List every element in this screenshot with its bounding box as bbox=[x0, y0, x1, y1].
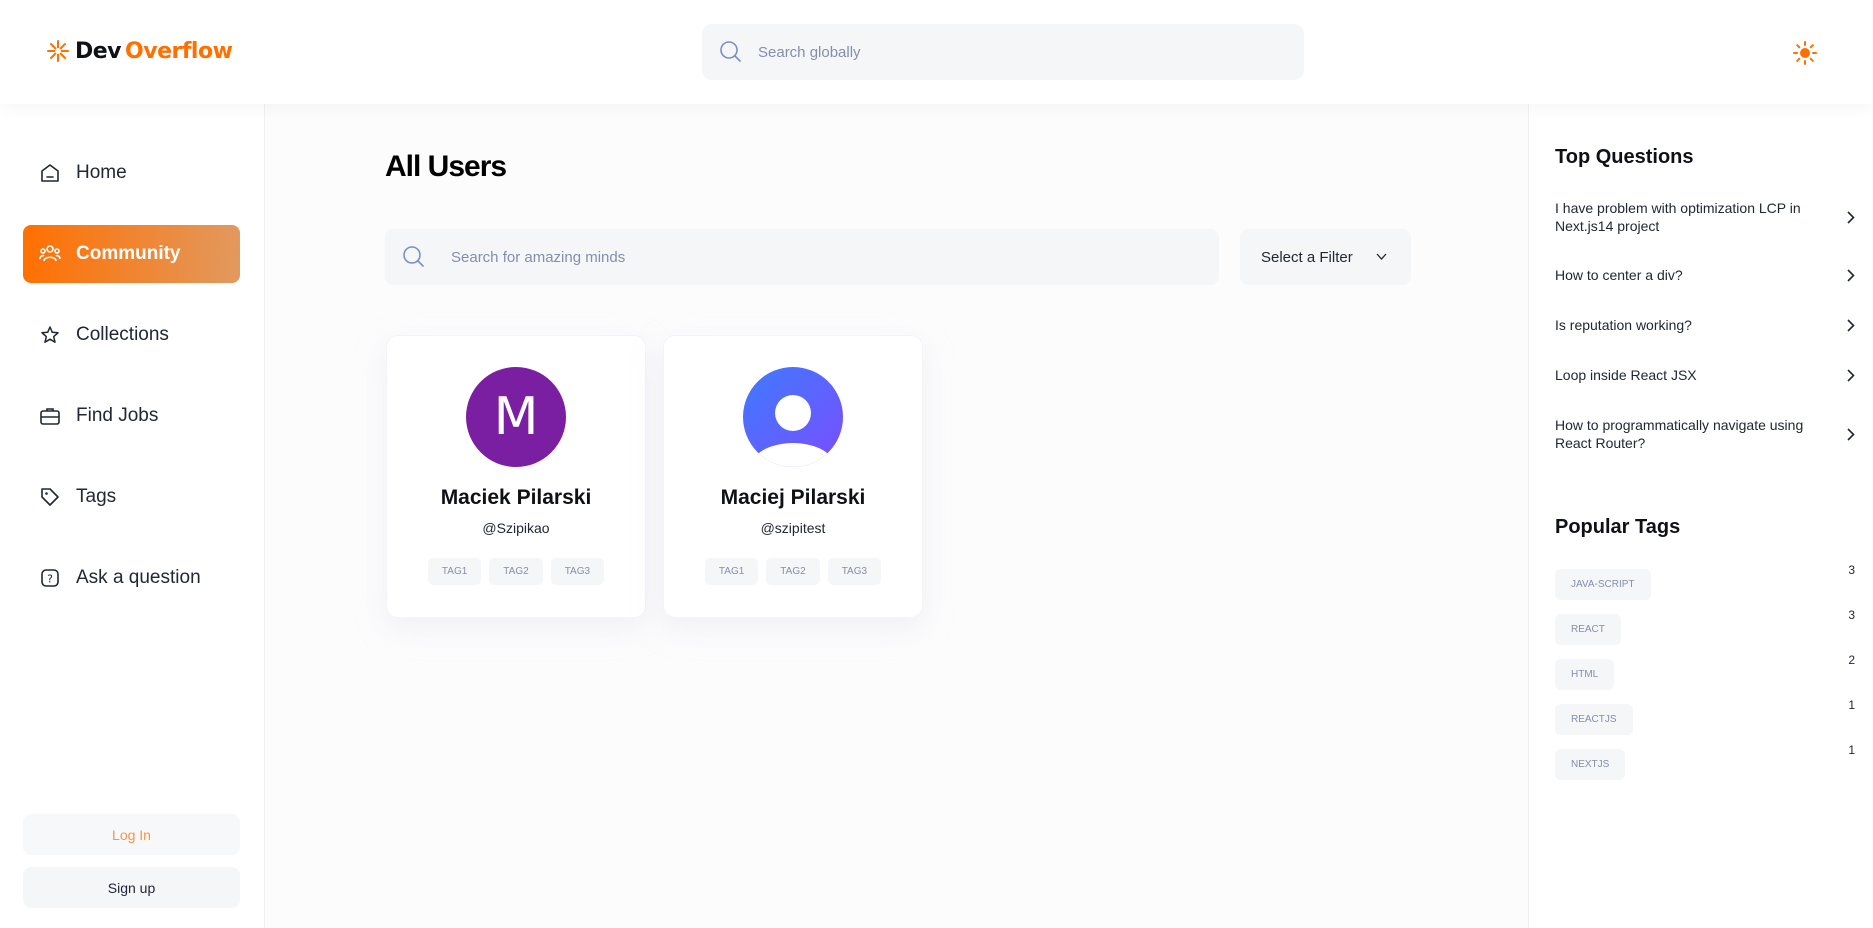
popular-tags-heading: Popular Tags bbox=[1555, 516, 1681, 538]
chevron-down-icon bbox=[1376, 253, 1387, 260]
tag-badge[interactable]: TAG2 bbox=[489, 558, 543, 585]
filter-select-label: Select a Filter bbox=[1261, 248, 1353, 266]
community-icon bbox=[38, 242, 62, 266]
top-navbar: Dev Overflow bbox=[0, 0, 1873, 104]
chevron-right-icon bbox=[1847, 318, 1855, 332]
left-sidebar: Home Community Collections Find Jobs Tag… bbox=[0, 104, 265, 928]
sidebar-item-community[interactable]: Community bbox=[23, 225, 240, 283]
home-icon bbox=[38, 161, 62, 185]
tag-badge[interactable]: TAG1 bbox=[427, 558, 482, 585]
top-question-item[interactable]: Loop inside React JSX bbox=[1555, 366, 1855, 384]
popular-tag-count: 1 bbox=[1848, 743, 1855, 757]
tag-badge[interactable]: TAG1 bbox=[704, 558, 759, 585]
chevron-right-icon bbox=[1847, 268, 1855, 282]
sidebar-item-find-jobs[interactable]: Find Jobs bbox=[23, 387, 240, 445]
logo-icon bbox=[47, 40, 69, 62]
theme-toggle[interactable] bbox=[1792, 40, 1818, 66]
chevron-right-icon bbox=[1847, 210, 1855, 224]
popular-tag-item[interactable]: HTML 2 bbox=[1555, 653, 1855, 690]
popular-tag-name: NEXTJS bbox=[1555, 749, 1626, 780]
sidebar-item-label: Find Jobs bbox=[76, 405, 159, 426]
top-question-item[interactable]: How to center a div? bbox=[1555, 266, 1855, 284]
popular-tag-count: 2 bbox=[1848, 653, 1855, 667]
star-icon bbox=[38, 323, 62, 347]
avatar bbox=[743, 367, 843, 467]
question-icon: ? bbox=[38, 566, 62, 590]
sidebar-item-label: Ask a question bbox=[76, 567, 201, 588]
tag-badge[interactable]: TAG3 bbox=[827, 558, 882, 585]
popular-tag-count: 3 bbox=[1848, 608, 1855, 622]
user-tags: TAG1 TAG2 TAG3 bbox=[664, 558, 922, 585]
user-name: Maciek Pilarski bbox=[440, 486, 592, 509]
popular-tag-item[interactable]: REACT 3 bbox=[1555, 608, 1855, 645]
global-search-bar bbox=[702, 24, 1304, 80]
popular-tag-count: 3 bbox=[1848, 563, 1855, 577]
signup-button[interactable]: Sign up bbox=[23, 867, 240, 908]
user-silhouette-icon bbox=[743, 367, 843, 467]
popular-tag-item[interactable]: NEXTJS 1 bbox=[1555, 743, 1855, 780]
sidebar-item-label: Tags bbox=[76, 486, 117, 507]
question-title: Is reputation working? bbox=[1555, 317, 1692, 333]
popular-tag-item[interactable]: REACTJS 1 bbox=[1555, 698, 1855, 735]
logo-text-dev: Dev bbox=[75, 38, 122, 64]
question-title: Loop inside React JSX bbox=[1555, 367, 1697, 383]
question-title: I have problem with optimization LCP in … bbox=[1555, 200, 1801, 234]
top-question-item[interactable]: I have problem with optimization LCP in … bbox=[1555, 199, 1855, 235]
chevron-right-icon bbox=[1847, 427, 1855, 441]
popular-tag-name: JAVA-SCRIPT bbox=[1555, 569, 1651, 600]
popular-tag-count: 1 bbox=[1848, 698, 1855, 712]
user-card[interactable]: M Maciek Pilarski @Szipikao TAG1 TAG2 TA… bbox=[386, 335, 646, 618]
briefcase-icon bbox=[38, 404, 62, 428]
user-search-input[interactable] bbox=[451, 248, 1211, 266]
search-icon bbox=[403, 246, 424, 267]
logo[interactable]: Dev Overflow bbox=[45, 38, 233, 64]
sidebar-item-collections[interactable]: Collections bbox=[23, 306, 240, 364]
sidebar-item-label: Home bbox=[76, 162, 127, 183]
tag-icon bbox=[38, 485, 62, 509]
user-handle: @Szipikao bbox=[482, 520, 550, 536]
avatar: M bbox=[466, 367, 566, 467]
sidebar-item-tags[interactable]: Tags bbox=[23, 468, 240, 526]
top-questions-heading: Top Questions bbox=[1555, 146, 1694, 168]
user-name: Maciej Pilarski bbox=[720, 486, 866, 509]
search-icon bbox=[720, 41, 741, 62]
logo-text-overflow: Overflow bbox=[125, 38, 233, 64]
sidebar-item-ask-question[interactable]: ? Ask a question bbox=[23, 549, 240, 607]
filter-select[interactable]: Select a Filter bbox=[1240, 229, 1411, 285]
user-handle: @szipitest bbox=[760, 520, 826, 536]
svg-text:?: ? bbox=[47, 573, 53, 586]
sidebar-item-label: Collections bbox=[76, 324, 169, 345]
popular-tag-name: REACT bbox=[1555, 614, 1621, 645]
global-search-input[interactable] bbox=[758, 43, 1278, 61]
sun-icon bbox=[1793, 41, 1817, 65]
tag-badge[interactable]: TAG2 bbox=[766, 558, 820, 585]
user-search-bar bbox=[385, 229, 1219, 285]
user-card[interactable]: Maciej Pilarski @szipitest TAG1 TAG2 TAG… bbox=[663, 335, 923, 618]
top-question-item[interactable]: Is reputation working? bbox=[1555, 316, 1855, 334]
popular-tag-name: HTML bbox=[1555, 659, 1615, 690]
login-button[interactable]: Log In bbox=[23, 814, 240, 855]
user-tags: TAG1 TAG2 TAG3 bbox=[387, 558, 645, 585]
question-title: How to center a div? bbox=[1555, 267, 1683, 283]
tag-badge[interactable]: TAG3 bbox=[550, 558, 605, 585]
right-sidebar: Top Questions I have problem with optimi… bbox=[1528, 104, 1873, 928]
sidebar-item-label: Community bbox=[76, 243, 181, 264]
chevron-right-icon bbox=[1847, 368, 1855, 382]
question-title: How to programmatically navigate using R… bbox=[1555, 417, 1804, 451]
main-content: All Users Select a Filter M Maciek Pilar… bbox=[265, 104, 1528, 928]
sidebar-item-home[interactable]: Home bbox=[23, 144, 240, 202]
popular-tag-name: REACTJS bbox=[1555, 704, 1633, 735]
popular-tag-item[interactable]: JAVA-SCRIPT 3 bbox=[1555, 563, 1855, 600]
top-question-item[interactable]: How to programmatically navigate using R… bbox=[1555, 416, 1855, 452]
page-title: All Users bbox=[385, 150, 507, 183]
